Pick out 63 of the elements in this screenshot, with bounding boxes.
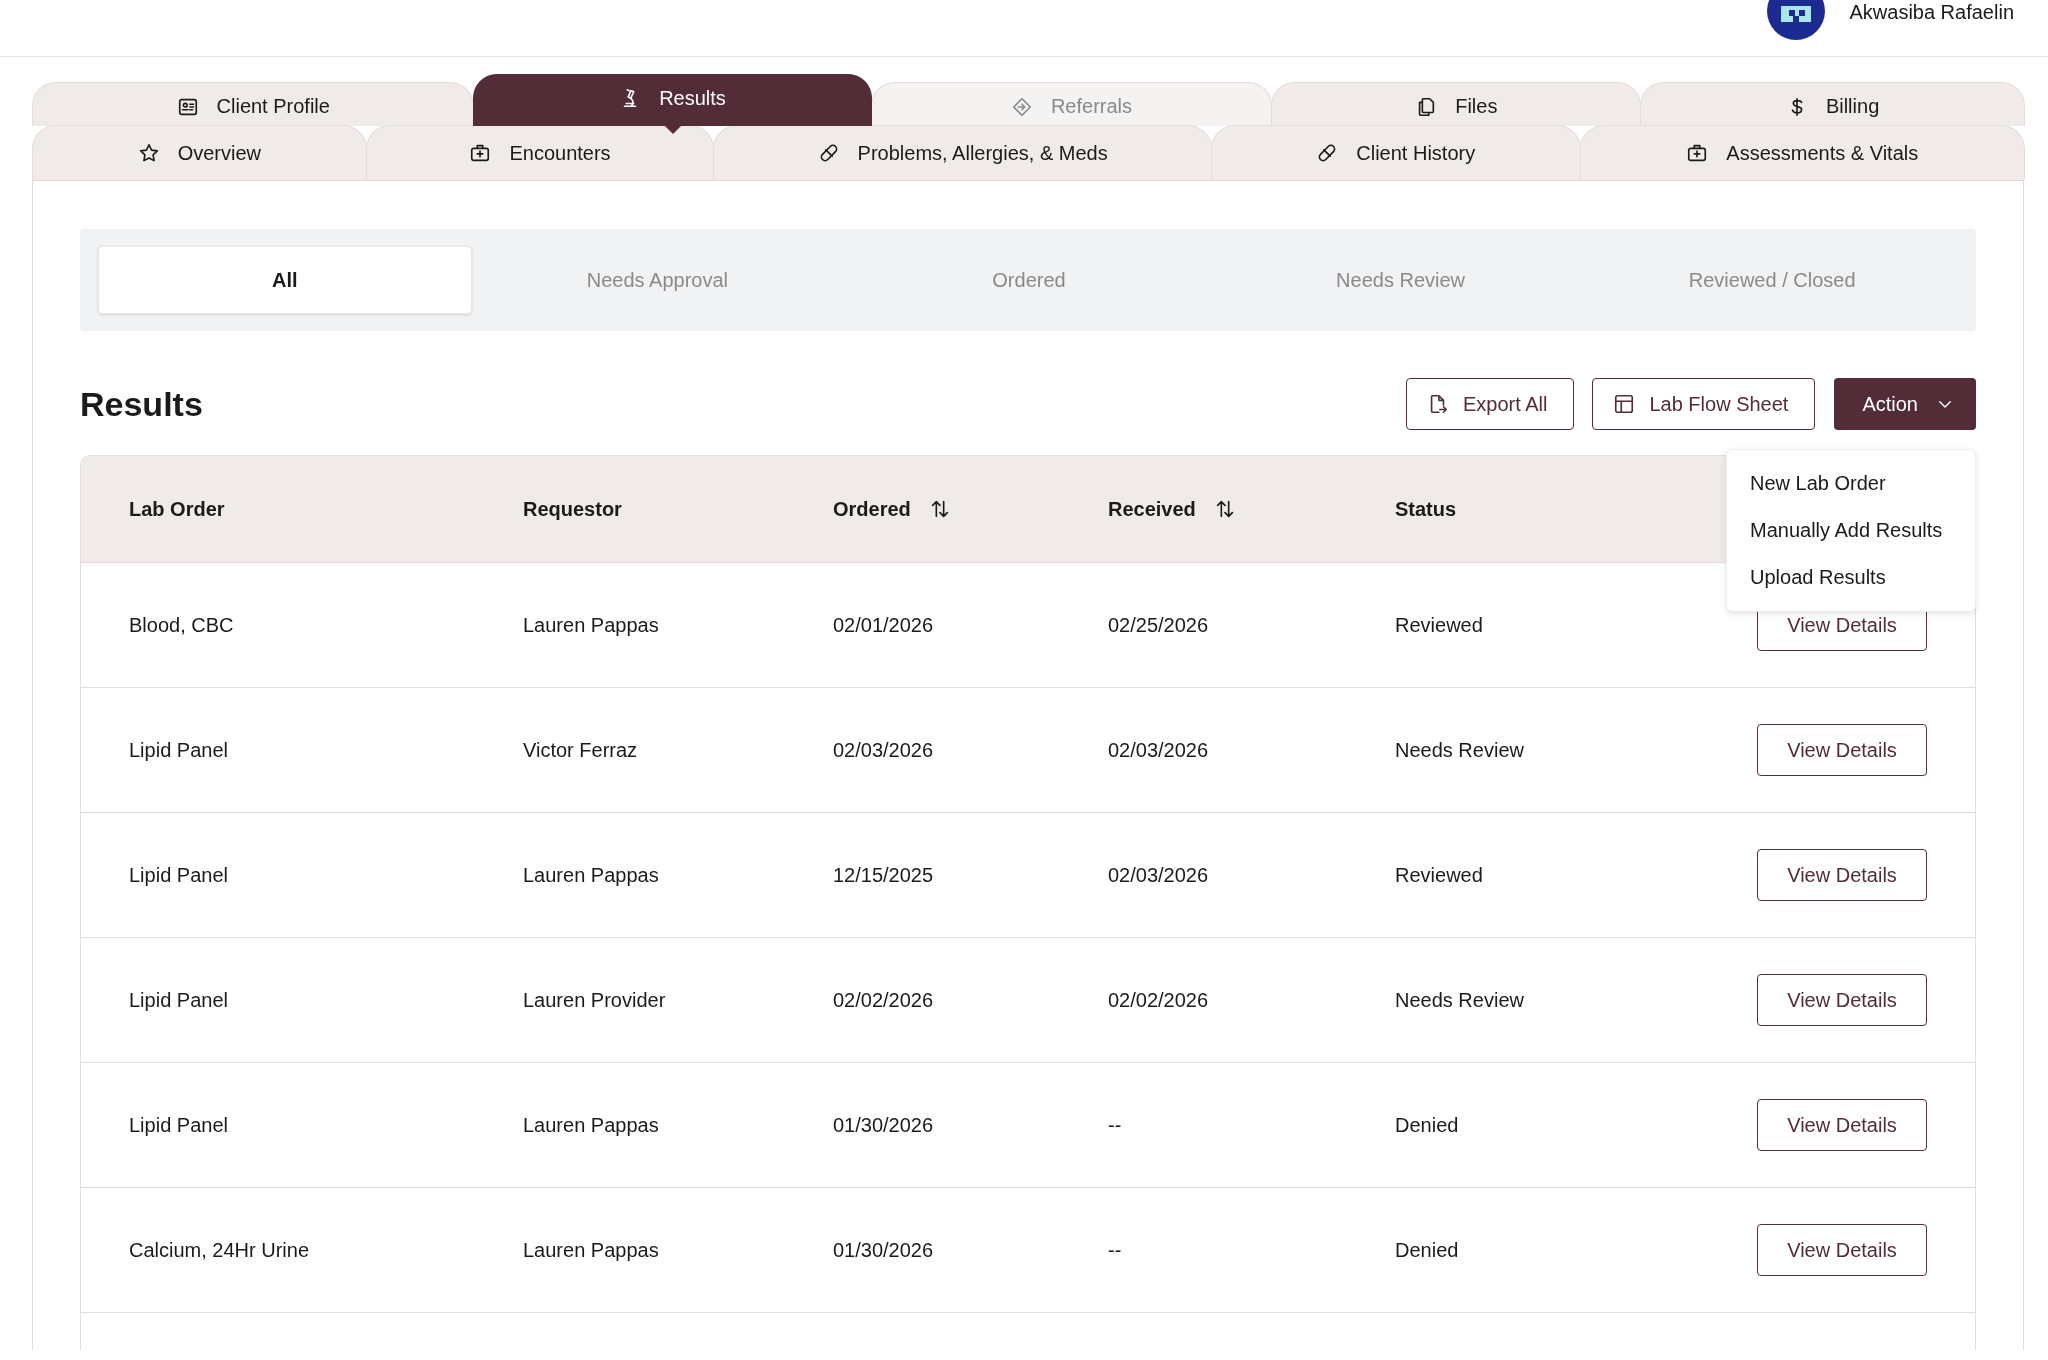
export-all-button[interactable]: Export All (1405, 378, 1575, 430)
column-header[interactable]: Received (1108, 497, 1196, 521)
table-cell: 02/03/2026 (1108, 863, 1209, 887)
table-cell: Lipid Panel (129, 738, 228, 762)
table-cell: Lipid Panel (129, 1113, 228, 1137)
table-cell: 01/30/2026 (833, 1113, 934, 1137)
tab[interactable]: Encounters (365, 125, 715, 180)
menu-item[interactable]: Upload Results (1727, 554, 1975, 601)
view-details-button[interactable]: View Details (1757, 1224, 1927, 1276)
tab[interactable]: Client History (1210, 125, 1581, 180)
view-details-button[interactable]: View Details (1757, 849, 1927, 901)
table-cell: 01/30/2026 (833, 1238, 934, 1262)
tab[interactable]: Assessments & Vitals (1579, 125, 2025, 180)
user-name: Akwasiba Rafaelin (1849, 0, 2014, 24)
tab[interactable]: Overview (32, 125, 367, 180)
tab[interactable]: Client Profile (32, 82, 475, 126)
table-cell: Lauren Pappas (523, 1113, 659, 1137)
table-cell: Lauren Provider (523, 988, 666, 1012)
table-cell: Reviewed (1395, 863, 1483, 887)
table-cell: 12/15/2025 (833, 863, 934, 887)
table-cell: Denied (1395, 1238, 1459, 1262)
menu-item[interactable]: New Lab Order (1727, 460, 1975, 507)
table-cell: Lipid Panel (129, 988, 228, 1012)
menu-item[interactable]: Manually Add Results (1727, 507, 1975, 554)
table-cell: Reviewed (1395, 613, 1483, 637)
table-cell: Blood, CBC (129, 613, 234, 637)
column-header[interactable]: Ordered (833, 497, 911, 521)
table-cell: 02/02/2026 (1108, 988, 1209, 1012)
table-cell: -- (1108, 1238, 1122, 1262)
view-details-button[interactable]: View Details (1757, 1099, 1927, 1151)
table-cell: 02/02/2026 (833, 988, 934, 1012)
table-cell: Lipid Panel (129, 863, 228, 887)
column-header: Status (1395, 497, 1457, 521)
column-header: Requestor (523, 497, 622, 521)
table-cell: 02/03/2026 (1108, 738, 1209, 762)
star-icon (137, 142, 160, 164)
filter-tab[interactable]: All (98, 246, 472, 314)
medical-bag-icon (469, 142, 492, 164)
table-cell: Needs Review (1395, 988, 1524, 1012)
table-cell: Needs Review (1395, 738, 1524, 762)
tab[interactable]: Files (1271, 82, 1642, 126)
tab[interactable]: Problems, Allergies, & Meds (713, 125, 1212, 180)
table-cell: Victor Ferraz (523, 738, 638, 762)
view-details-button[interactable]: View Details (1757, 974, 1927, 1026)
table-cell: Denied (1395, 1113, 1459, 1137)
table-cell: -- (1108, 1113, 1122, 1137)
table-cell: 02/01/2026 (833, 613, 934, 637)
column-header: Lab Order (129, 497, 225, 521)
table-cell: 02/25/2026 (1108, 613, 1209, 637)
section-title: Results (80, 384, 204, 424)
table-cell: 02/03/2026 (833, 738, 934, 762)
avatar-icon[interactable] (1767, 0, 1826, 40)
table-cell: Lauren Pappas (523, 613, 659, 637)
table-cell: Calcium, 24Hr Urine (129, 1238, 310, 1262)
table-cell: Lauren Pappas (523, 863, 659, 887)
tab[interactable]: Billing (1640, 82, 2025, 126)
lab-flow-sheet-button[interactable]: Lab Flow Sheet (1592, 378, 1816, 430)
diamond-arrow-icon (1010, 95, 1033, 118)
action-button[interactable]: Action (1834, 378, 1976, 430)
table-cell: Lauren Pappas (523, 1238, 659, 1262)
medical-bag-icon (1686, 142, 1709, 164)
table-icon (1613, 393, 1636, 415)
view-details-button[interactable]: View Details (1757, 724, 1927, 776)
